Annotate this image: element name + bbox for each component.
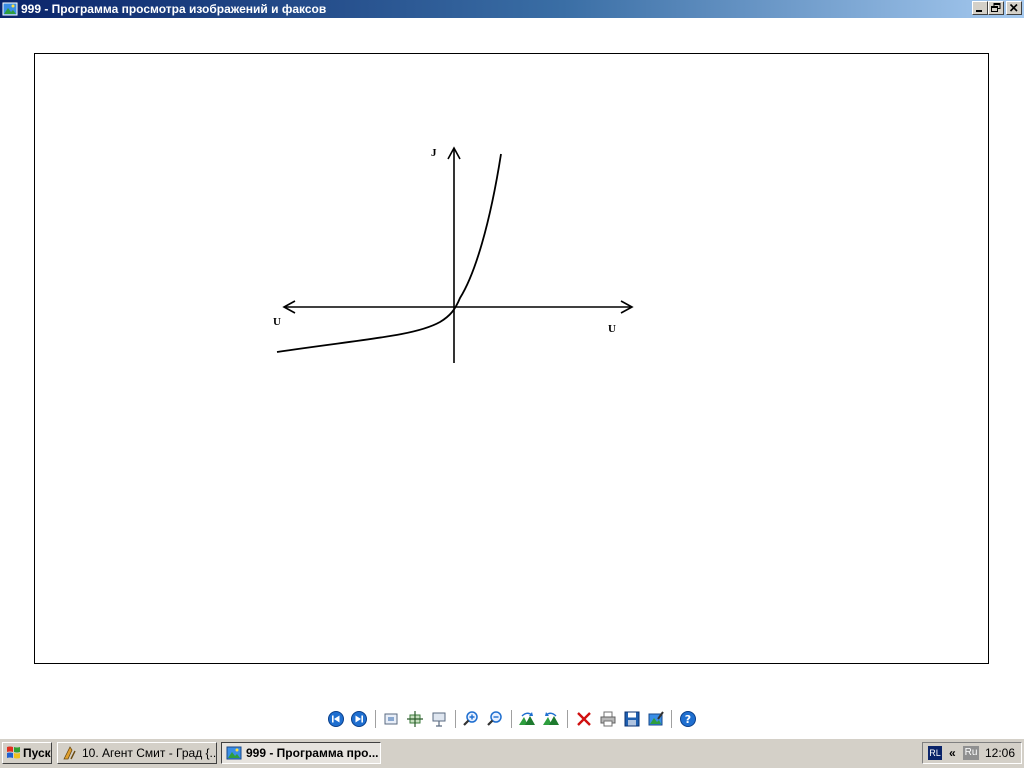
window-title: 999 - Программа просмотра изображений и … [21, 2, 327, 16]
print-icon [600, 711, 616, 727]
close-button[interactable] [1006, 1, 1022, 15]
iv-curve-image: J U U [273, 146, 634, 363]
save-icon [624, 711, 640, 727]
help-button[interactable]: ? [679, 710, 697, 728]
next-image-button[interactable] [350, 710, 368, 728]
close-icon [1009, 3, 1018, 12]
restore-button[interactable] [988, 1, 1004, 15]
best-fit-button[interactable] [382, 710, 400, 728]
language-bar-ru[interactable]: Ru [963, 746, 979, 760]
zoom-in-button[interactable] [462, 710, 480, 728]
edit-button[interactable] [647, 710, 665, 728]
winamp-icon [63, 746, 76, 760]
image-viewer-window: 999 - Программа просмотра изображений и … [0, 0, 1024, 738]
y-axis-label: J [431, 147, 437, 159]
clock[interactable]: 12:06 [985, 743, 1015, 763]
toolbar-separator [671, 710, 673, 728]
show-hidden-icons-button[interactable]: « [949, 745, 956, 761]
actual-size-button[interactable] [406, 710, 424, 728]
start-label: Пуск [23, 746, 51, 760]
help-icon: ? [680, 711, 696, 727]
language-indicator[interactable]: RL [928, 746, 942, 760]
toolbar-separator [375, 710, 377, 728]
taskbar-item-label: 999 - Программа про... [246, 746, 379, 760]
image-viewer-app-icon [226, 746, 242, 760]
rotate-counterclockwise-button[interactable] [542, 710, 560, 728]
x-axis-label-right: U [608, 323, 616, 335]
toolbar-separator [567, 710, 569, 728]
restore-icon [991, 3, 1001, 12]
save-button[interactable] [623, 710, 641, 728]
characteristic-curve [276, 153, 502, 353]
taskbar-item-image-viewer[interactable]: 999 - Программа про... [221, 742, 381, 764]
x-axis-label-left: U [273, 316, 281, 328]
title-bar[interactable]: 999 - Программа просмотра изображений и … [0, 0, 1024, 18]
slideshow-button[interactable] [430, 710, 448, 728]
toolbar-separator [511, 710, 513, 728]
delete-icon [577, 712, 591, 726]
delete-button[interactable] [575, 710, 593, 728]
zoom-out-icon [487, 711, 502, 726]
system-tray: RL « Ru 12:06 [922, 742, 1022, 764]
zoom-in-icon [463, 711, 478, 726]
start-button[interactable]: Пуск [2, 742, 52, 764]
taskbar: Пуск 10. Агент Смит - Град {... 999 - Пр… [0, 738, 1024, 768]
rotate-counterclockwise-icon [543, 712, 559, 725]
svg-text:?: ? [685, 713, 691, 726]
minimize-button[interactable] [972, 1, 988, 15]
image-viewer-app-icon[interactable] [2, 1, 18, 17]
rotate-clockwise-button[interactable] [518, 710, 536, 728]
taskbar-item-label: 10. Агент Смит - Град {... [82, 746, 217, 760]
minimize-icon [976, 10, 982, 12]
slideshow-icon [432, 712, 446, 727]
viewer-toolbar: ? [0, 708, 1024, 730]
rotate-clockwise-icon [519, 712, 535, 725]
zoom-out-button[interactable] [486, 710, 504, 728]
best-fit-icon [384, 713, 398, 725]
toolbar-separator [455, 710, 457, 728]
print-button[interactable] [599, 710, 617, 728]
actual-size-icon [407, 711, 423, 727]
previous-image-icon [328, 711, 344, 727]
windows-logo-icon [7, 746, 20, 759]
previous-image-button[interactable] [327, 710, 345, 728]
taskbar-item-winamp[interactable]: 10. Агент Смит - Град {... [57, 742, 217, 764]
image-display[interactable]: J U U [34, 53, 989, 664]
next-image-icon [351, 711, 367, 727]
edit-icon [648, 711, 664, 726]
